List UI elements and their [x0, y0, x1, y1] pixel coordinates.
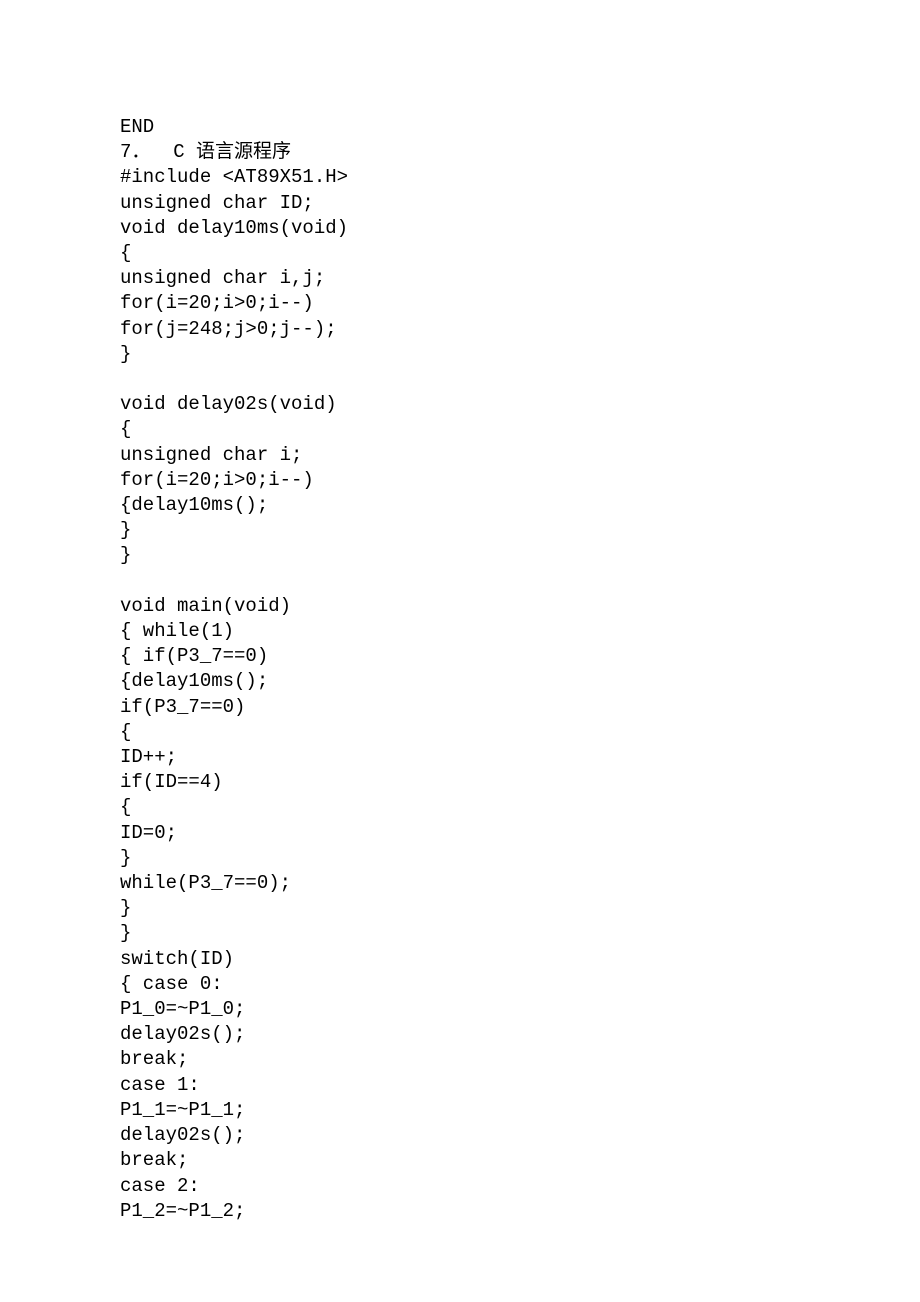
document-page: END7． C 语言源程序#include <AT89X51.H>unsigne… — [0, 0, 800, 1224]
code-line: while(P3_7==0); — [120, 871, 800, 896]
code-line: for(i=20;i>0;i--) — [120, 291, 800, 316]
code-line: delay02s(); — [120, 1022, 800, 1047]
code-line: if(ID==4) — [120, 770, 800, 795]
code-line: } — [120, 342, 800, 367]
code-line: {delay10ms(); — [120, 493, 800, 518]
blank-line — [120, 569, 800, 594]
code-line: { — [120, 795, 800, 820]
code-line: P1_2=~P1_2; — [120, 1199, 800, 1224]
code-line: delay02s(); — [120, 1123, 800, 1148]
code-line: #include <AT89X51.H> — [120, 165, 800, 190]
code-line: { — [120, 417, 800, 442]
code-line: void delay02s(void) — [120, 392, 800, 417]
code-line: P1_0=~P1_0; — [120, 997, 800, 1022]
code-line: if(P3_7==0) — [120, 695, 800, 720]
code-listing: END7． C 语言源程序#include <AT89X51.H>unsigne… — [120, 115, 800, 1224]
code-line: 7． C 语言源程序 — [120, 140, 800, 165]
code-line: } — [120, 543, 800, 568]
code-line: break; — [120, 1047, 800, 1072]
code-line: for(j=248;j>0;j--); — [120, 317, 800, 342]
blank-line — [120, 367, 800, 392]
code-line: ID++; — [120, 745, 800, 770]
code-line: void main(void) — [120, 594, 800, 619]
code-line: case 2: — [120, 1174, 800, 1199]
code-line: { while(1) — [120, 619, 800, 644]
code-line: END — [120, 115, 800, 140]
code-line: { if(P3_7==0) — [120, 644, 800, 669]
code-line: P1_1=~P1_1; — [120, 1098, 800, 1123]
code-line: ID=0; — [120, 821, 800, 846]
code-line: { — [120, 720, 800, 745]
code-line: } — [120, 921, 800, 946]
code-line: break; — [120, 1148, 800, 1173]
code-line: unsigned char i,j; — [120, 266, 800, 291]
code-line: {delay10ms(); — [120, 669, 800, 694]
code-line: switch(ID) — [120, 947, 800, 972]
code-line: for(i=20;i>0;i--) — [120, 468, 800, 493]
code-line: } — [120, 846, 800, 871]
code-line: unsigned char i; — [120, 443, 800, 468]
code-line: case 1: — [120, 1073, 800, 1098]
code-line: } — [120, 518, 800, 543]
code-line: { — [120, 241, 800, 266]
code-line: unsigned char ID; — [120, 191, 800, 216]
code-line: void delay10ms(void) — [120, 216, 800, 241]
code-line: { case 0: — [120, 972, 800, 997]
code-line: } — [120, 896, 800, 921]
